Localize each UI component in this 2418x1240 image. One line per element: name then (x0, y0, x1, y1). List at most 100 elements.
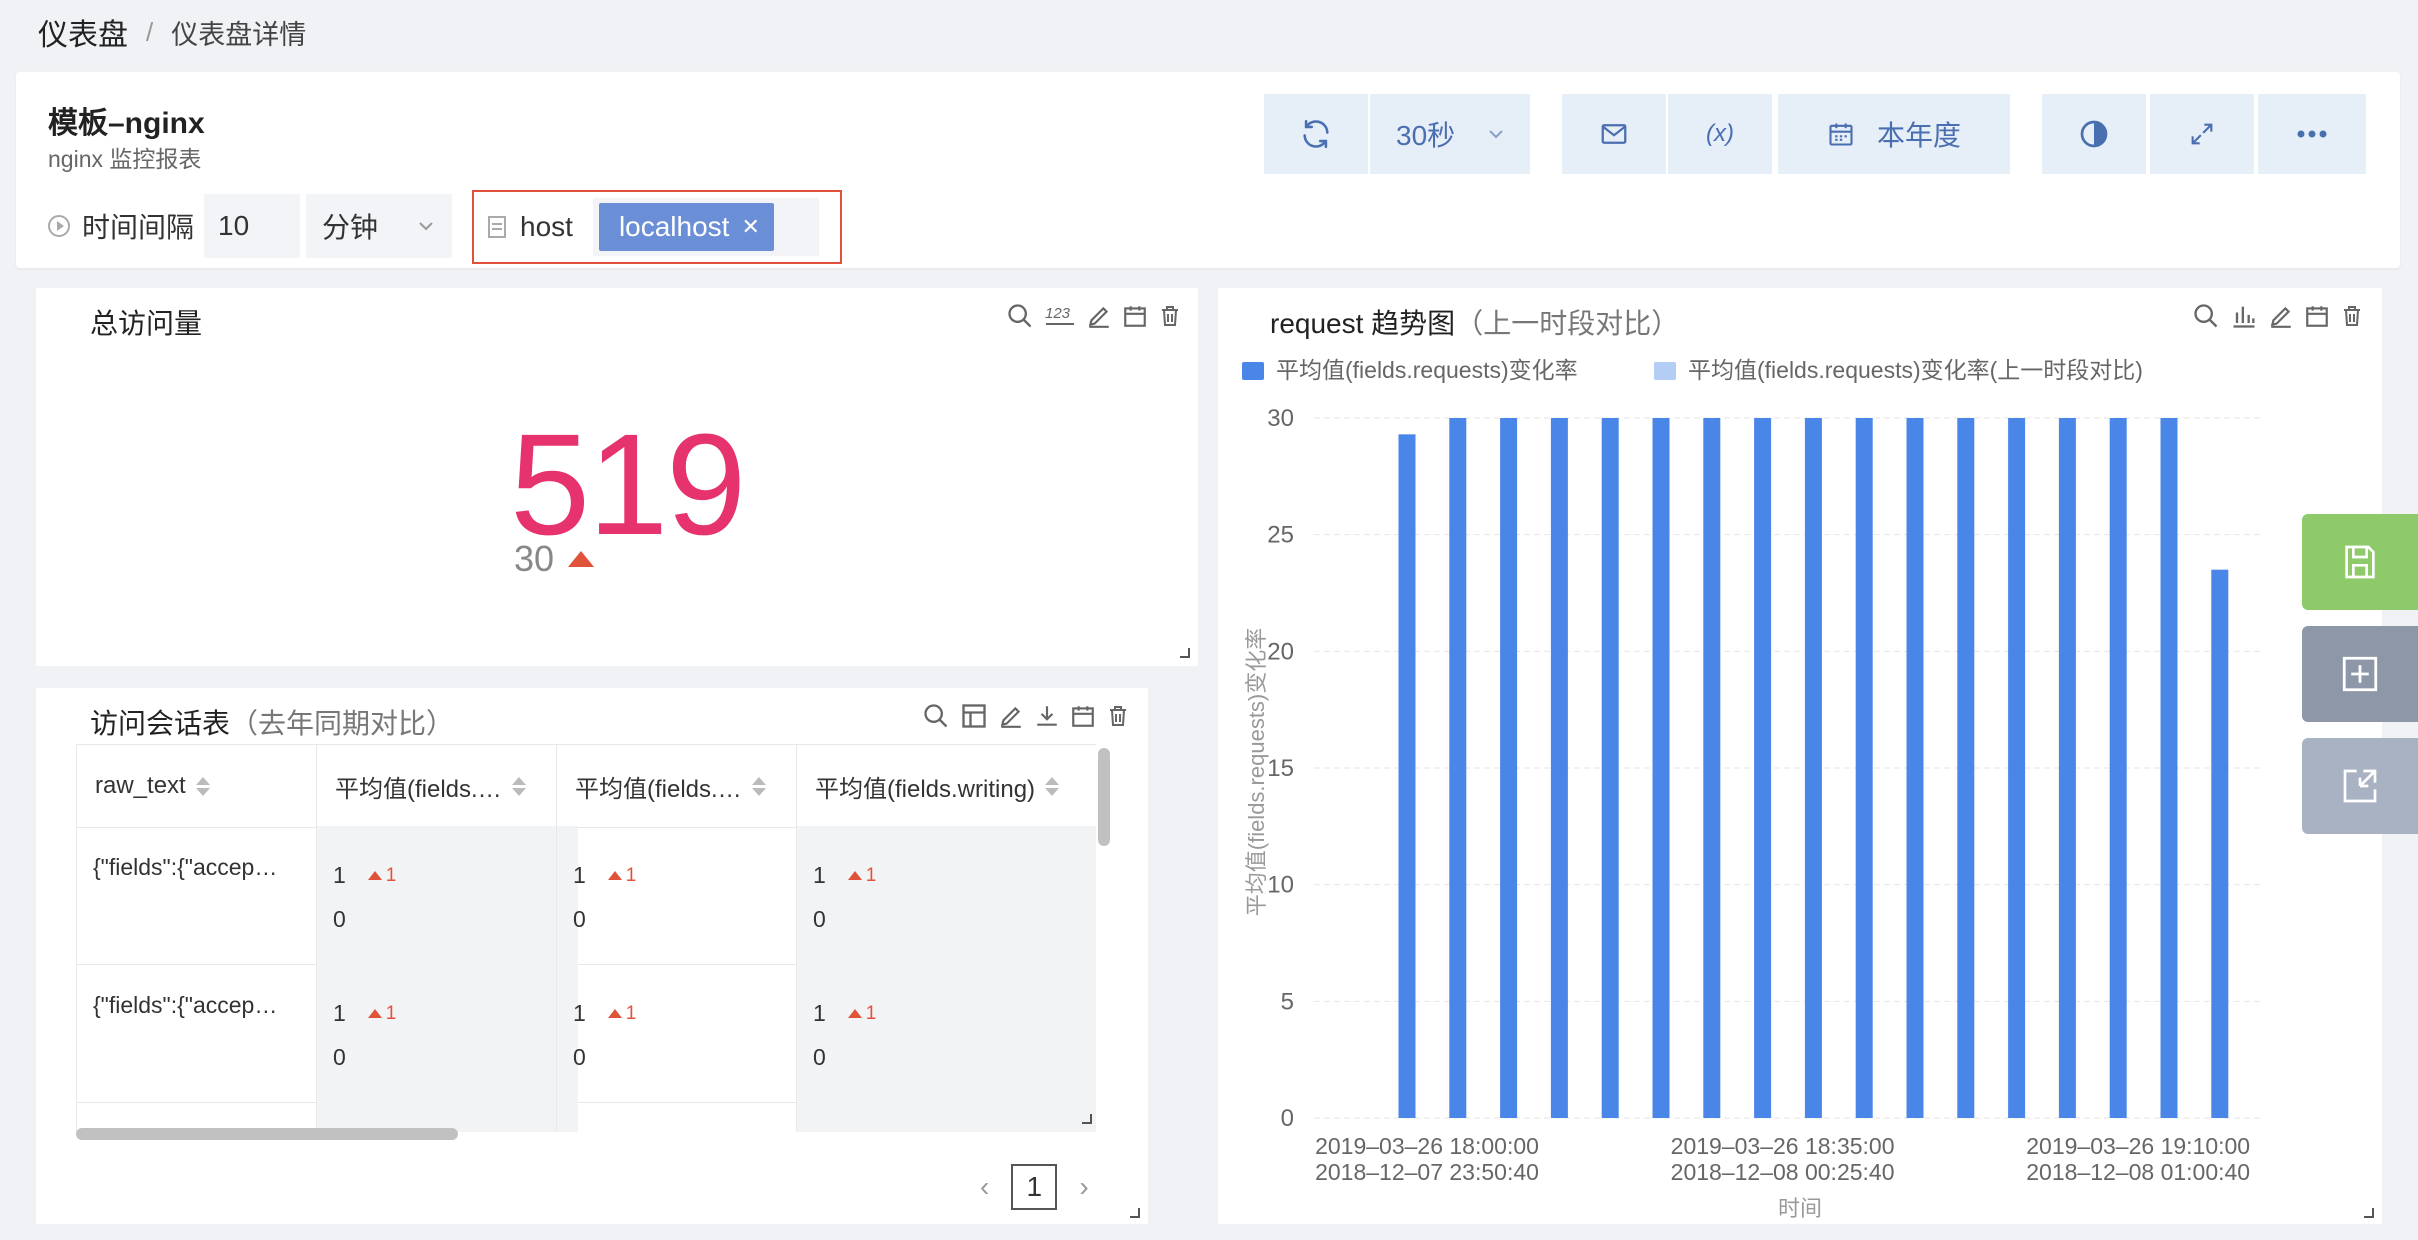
save-dashboard-button[interactable] (2302, 514, 2418, 610)
sort-icon[interactable] (1045, 776, 1060, 796)
chart-bar[interactable] (2008, 418, 2026, 1118)
delete-icon[interactable] (1106, 702, 1130, 730)
legend-swatch[interactable] (1242, 362, 1264, 380)
theme-toggle-button[interactable] (2042, 94, 2146, 174)
calendar-icon[interactable] (1122, 302, 1148, 330)
table-cell (796, 1102, 1096, 1132)
x-tick-label-previous: 2018–12–08 01:00:40 (2026, 1159, 2250, 1185)
total-visits-delta: 30 (514, 538, 595, 580)
raw-text: {"fields":{"accep… (93, 992, 278, 1018)
column-header-avg-writing[interactable]: 平均值(fields.writing) (796, 745, 1096, 827)
download-icon[interactable] (1034, 702, 1060, 730)
legend-swatch[interactable] (1654, 362, 1676, 380)
host-tag-input[interactable]: localhost ✕ (592, 198, 819, 256)
time-range-value: 本年度 (1876, 120, 1961, 151)
variables-button[interactable]: (x) (1668, 94, 1772, 174)
edit-icon[interactable] (2268, 302, 2294, 330)
table-cell: 11 0 (556, 964, 796, 1102)
search-icon[interactable] (922, 702, 950, 730)
table-cell-raw: {"fields":{"accep… (76, 964, 316, 1102)
resize-handle[interactable] (1082, 1114, 1092, 1124)
search-icon[interactable] (1006, 302, 1034, 330)
breadcrumb-current: 仪表盘详情 (171, 19, 307, 50)
calendar-icon[interactable] (1070, 702, 1096, 730)
table-row[interactable]: {"fields":{"accep… 11 0 11 0 11 0 (76, 826, 1096, 965)
chart-bar[interactable] (1906, 418, 1924, 1118)
chart-bar[interactable] (2109, 418, 2127, 1118)
table-layout-icon[interactable] (960, 702, 988, 730)
interval-unit-select[interactable]: 分钟 (306, 194, 452, 258)
cell-current: 11 (333, 862, 396, 889)
pagination: ‹ 1 › (980, 1164, 1089, 1210)
sort-icon[interactable] (511, 776, 526, 796)
column-header-avg-1[interactable]: 平均值(fields.… (316, 745, 556, 827)
next-page-icon[interactable]: › (1079, 1171, 1088, 1203)
session-table: raw_text 平均值(fields.… 平均值(fields.… 平均值(f… (76, 744, 1096, 1132)
refresh-interval-select[interactable]: 30秒 (1370, 94, 1530, 174)
number-format-icon[interactable]: 123 (1044, 302, 1076, 330)
fullscreen-button[interactable] (2150, 94, 2254, 174)
y-tick-label: 10 (1267, 872, 1294, 899)
chart-bar[interactable] (2211, 569, 2229, 1118)
chart-bar[interactable] (1398, 434, 1416, 1118)
column-header-avg-2[interactable]: 平均值(fields.… (556, 745, 796, 827)
column-header-raw-text[interactable]: raw_text (76, 745, 316, 827)
delete-icon[interactable] (1158, 302, 1182, 330)
bar-chart-icon[interactable] (2230, 302, 2258, 330)
legend-label[interactable]: 平均值(fields.requests)变化率 (1276, 357, 1578, 383)
edit-icon[interactable] (1086, 302, 1112, 330)
edit-icon[interactable] (998, 702, 1024, 730)
cell-current: 11 (573, 1000, 636, 1027)
chart-bar[interactable] (1855, 418, 1873, 1118)
current-page[interactable]: 1 (1011, 1164, 1058, 1210)
legend-label[interactable]: 平均值(fields.requests)变化率(上一时段对比) (1688, 357, 2143, 383)
more-menu-button[interactable] (2258, 94, 2366, 174)
exit-edit-button[interactable] (2302, 738, 2418, 834)
previous-page-icon[interactable]: ‹ (980, 1171, 989, 1203)
host-tag: localhost ✕ (598, 203, 774, 251)
subscribe-mail-button[interactable] (1562, 94, 1666, 174)
chart-bar[interactable] (1652, 418, 1670, 1118)
close-icon[interactable]: ✕ (741, 214, 759, 240)
y-tick-label: 20 (1267, 638, 1294, 665)
time-range-button[interactable]: 本年度 (1778, 94, 2010, 174)
arrow-up-icon (367, 871, 382, 880)
chevron-down-icon (419, 222, 433, 231)
sort-icon[interactable] (751, 776, 766, 796)
chart-y-axis: 0 5 10 15 20 25 30 (1267, 405, 1294, 1132)
calendar-icon[interactable] (2304, 302, 2330, 330)
chart-bar[interactable] (1449, 418, 1467, 1118)
chart-bar[interactable] (1601, 418, 1619, 1118)
search-icon[interactable] (2192, 302, 2220, 330)
add-panel-button[interactable] (2302, 626, 2418, 722)
table-cell-raw: {"fields":{"accep… (76, 826, 316, 964)
table-horizontal-scrollbar[interactable] (76, 1128, 458, 1140)
chart-bar[interactable] (1754, 418, 1772, 1118)
chart-bar[interactable] (1550, 418, 1568, 1118)
table-row[interactable]: {"fields":{"accep… 11 0 11 0 11 0 (76, 964, 1096, 1103)
document-icon (488, 216, 506, 238)
chart-bar[interactable] (2058, 418, 2076, 1118)
refresh-button[interactable] (1264, 94, 1368, 174)
resize-handle[interactable] (1130, 1208, 1140, 1218)
arrow-up-icon (607, 1009, 622, 1018)
chart-bar[interactable] (1703, 418, 1721, 1118)
resize-handle[interactable] (2364, 1208, 2374, 1218)
chart-bar[interactable] (1500, 418, 1518, 1118)
table-cell: 11 0 (796, 826, 1096, 964)
cell-delta: 1 (865, 864, 877, 886)
total-visits-title: 总访问量 (90, 308, 203, 339)
table-cell (556, 1102, 796, 1132)
chart-bar[interactable] (1804, 418, 1822, 1118)
x-tick-label-previous: 2018–12–07 23:50:40 (1315, 1159, 1539, 1185)
arrow-up-icon (607, 871, 622, 880)
cell-value: 1 (573, 862, 586, 888)
sort-icon[interactable] (195, 776, 210, 796)
chart-bar[interactable] (2160, 418, 2178, 1118)
delete-icon[interactable] (2340, 302, 2364, 330)
breadcrumb-root[interactable]: 仪表盘 (38, 10, 128, 54)
interval-value-input[interactable] (204, 194, 300, 258)
table-vertical-scrollbar[interactable] (1098, 748, 1110, 846)
resize-handle[interactable] (1180, 648, 1190, 658)
chart-bar[interactable] (1957, 418, 1975, 1118)
